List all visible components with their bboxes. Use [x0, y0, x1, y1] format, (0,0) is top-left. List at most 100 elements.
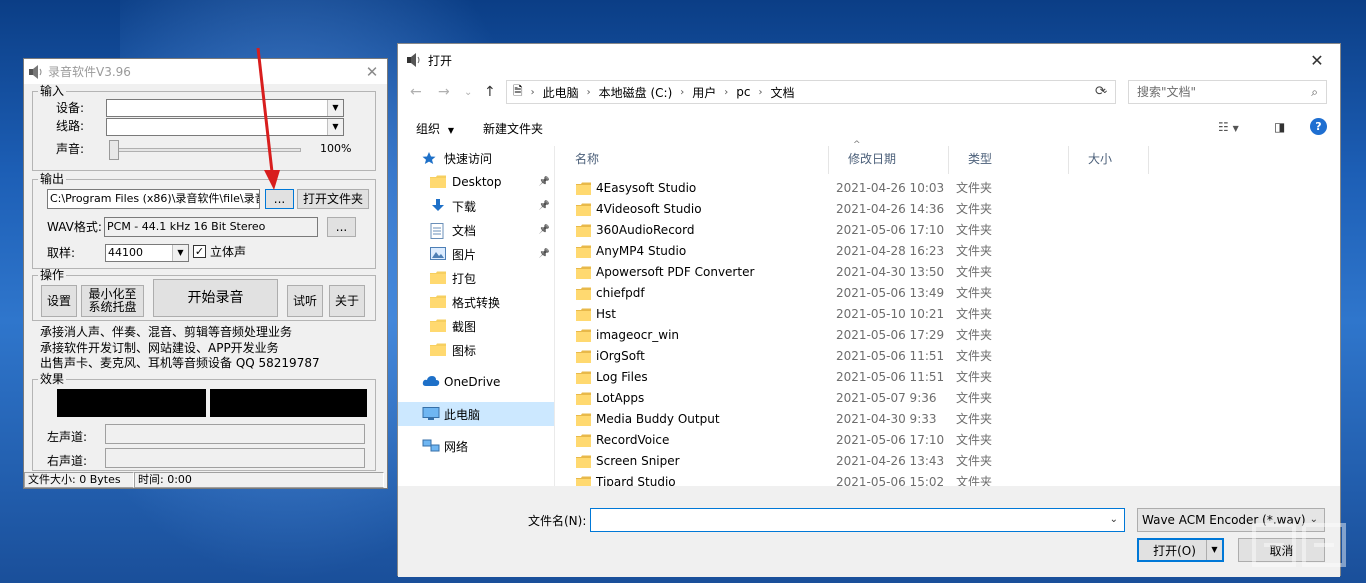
- breadcrumb-item[interactable]: 本地磁盘 (C:): [599, 84, 673, 101]
- breadcrumb-item[interactable]: 此电脑: [543, 84, 579, 101]
- wav-format-label: WAV格式:: [47, 220, 102, 234]
- file-date: 2021-05-06 17:10: [836, 433, 945, 447]
- new-folder-button[interactable]: 新建文件夹: [483, 120, 543, 137]
- dialog-titlebar: 打开 ✕: [398, 44, 1340, 76]
- volume-slider-thumb[interactable]: [109, 140, 119, 160]
- nav-item[interactable]: 此电脑: [398, 402, 554, 426]
- folder-icon: [576, 203, 591, 216]
- chevron-down-icon[interactable]: ⌄: [1110, 514, 1118, 525]
- chevron-down-icon: ▼: [447, 126, 454, 135]
- settings-button[interactable]: 设置: [41, 285, 77, 317]
- open-button[interactable]: 打开(O) ▼: [1137, 538, 1224, 562]
- info-line: 承接软件开发订制、网站建设、APP开发业务: [40, 341, 279, 355]
- help-icon[interactable]: ?: [1310, 118, 1327, 135]
- nav-item[interactable]: 格式转换: [398, 290, 554, 314]
- about-button[interactable]: 关于: [329, 285, 365, 317]
- folder-icon: [576, 224, 591, 237]
- device-select[interactable]: ▼: [106, 99, 344, 117]
- refresh-icon[interactable]: ⟳: [1095, 84, 1106, 99]
- volume-label: 声音:: [56, 142, 85, 156]
- nav-item[interactable]: OneDrive: [398, 370, 554, 394]
- file-type: 文件夹: [956, 328, 993, 342]
- nav-item[interactable]: 文档 📌: [398, 218, 554, 242]
- breadcrumb-item[interactable]: 用户: [692, 84, 716, 101]
- file-row[interactable]: Media Buddy Output 2021-04-30 9:33 文件夹: [556, 409, 1342, 430]
- up-arrow-icon[interactable]: ↑: [484, 84, 496, 100]
- browse-output-button[interactable]: ...: [265, 189, 294, 209]
- view-options-icon[interactable]: ☷ ▼: [1218, 120, 1239, 134]
- file-row[interactable]: RecordVoice 2021-05-06 17:10 文件夹: [556, 430, 1342, 451]
- minimize-to-tray-button[interactable]: 最小化至 系统托盘: [81, 285, 144, 317]
- nav-item[interactable]: 图片 📌: [398, 242, 554, 266]
- sample-rate-select[interactable]: 44100 ▼: [105, 244, 189, 262]
- nav-item[interactable]: 打包: [398, 266, 554, 290]
- open-file-dialog: 打开 ✕ ← → ⌄ ↑ 🗎 › 此电脑 › 本地磁盘 (C:) › 用户 › …: [397, 43, 1342, 577]
- nav-item[interactable]: Desktop 📌: [398, 170, 554, 194]
- file-date: 2021-04-26 10:03: [836, 181, 945, 195]
- nav-item[interactable]: 下载 📌: [398, 194, 554, 218]
- pin-icon: 📌: [538, 225, 550, 235]
- organize-menu[interactable]: 组织 ▼: [416, 120, 454, 137]
- volume-slider-track[interactable]: [113, 148, 301, 152]
- column-header-name[interactable]: 名称: [556, 146, 829, 174]
- file-row[interactable]: imageocr_win 2021-05-06 17:29 文件夹: [556, 325, 1342, 346]
- time-status: 时间: 0:00: [134, 472, 384, 488]
- organize-label: 组织: [416, 122, 441, 136]
- line-select[interactable]: ▼: [106, 118, 344, 136]
- file-name: LotApps: [596, 391, 645, 405]
- nav-item[interactable]: 截图: [398, 314, 554, 338]
- file-date: 2021-05-06 17:10: [836, 223, 945, 237]
- nav-item-label: OneDrive: [444, 375, 501, 389]
- recorder-window: 录音软件V3.96 ✕ 输入 设备: ▼ 线路: ▼ 声音: 100% 输出 C…: [23, 58, 388, 489]
- address-row: ← → ⌄ ↑ 🗎 › 此电脑 › 本地磁盘 (C:) › 用户 › pc › …: [398, 80, 1340, 106]
- column-header-type[interactable]: 类型: [949, 146, 1069, 174]
- nav-item-label: 文档: [452, 223, 477, 238]
- file-row[interactable]: Screen Sniper 2021-04-26 13:43 文件夹: [556, 451, 1342, 472]
- open-folder-button[interactable]: 打开文件夹: [297, 189, 369, 209]
- file-row[interactable]: Log Files 2021-05-06 11:51 文件夹: [556, 367, 1342, 388]
- breadcrumb-item[interactable]: 文档: [771, 84, 795, 101]
- breadcrumb-item[interactable]: pc: [736, 85, 750, 99]
- recent-chevron-icon[interactable]: ⌄: [464, 87, 472, 98]
- left-channel-level: [105, 424, 365, 444]
- file-row[interactable]: 360AudioRecord 2021-05-06 17:10 文件夹: [556, 220, 1342, 241]
- nav-item[interactable]: 快速访问: [398, 146, 554, 170]
- forward-arrow-icon[interactable]: →: [438, 84, 450, 100]
- column-header-size[interactable]: 大小: [1069, 146, 1149, 174]
- nav-item[interactable]: 图标: [398, 338, 554, 362]
- minimize-line2: 系统托盘: [88, 300, 137, 314]
- file-type: 文件夹: [956, 307, 993, 321]
- file-row[interactable]: AnyMP4 Studio 2021-04-28 16:23 文件夹: [556, 241, 1342, 262]
- file-type: 文件夹: [956, 412, 993, 426]
- output-path-field[interactable]: C:\Program Files (x86)\录音软件\file\录音: [47, 189, 260, 209]
- file-row[interactable]: chiefpdf 2021-05-06 13:49 文件夹: [556, 283, 1342, 304]
- file-row[interactable]: Hst 2021-05-10 10:21 文件夹: [556, 304, 1342, 325]
- wav-format-button[interactable]: ...: [327, 217, 356, 237]
- file-row[interactable]: iOrgSoft 2021-05-06 11:51 文件夹: [556, 346, 1342, 367]
- back-arrow-icon[interactable]: ←: [410, 84, 422, 100]
- close-icon[interactable]: ✕: [357, 63, 387, 81]
- start-recording-button[interactable]: 开始录音: [153, 279, 278, 317]
- file-date: 2021-05-06 17:29: [836, 328, 945, 342]
- stereo-checkbox[interactable]: ✓: [193, 245, 206, 258]
- nav-item[interactable]: 网络: [398, 434, 554, 458]
- close-icon[interactable]: ✕: [1294, 51, 1340, 70]
- file-row[interactable]: 4Easysoft Studio 2021-04-26 10:03 文件夹: [556, 178, 1342, 199]
- search-input[interactable]: 搜索"文档" ⌕: [1128, 80, 1327, 104]
- file-row[interactable]: Apowersoft PDF Converter 2021-04-30 13:50…: [556, 262, 1342, 283]
- volume-value: 100%: [320, 142, 352, 155]
- folder-icon: [576, 434, 591, 447]
- dialog-title: 打开: [428, 53, 453, 68]
- address-bar[interactable]: 🗎 › 此电脑 › 本地磁盘 (C:) › 用户 › pc › 文档 ⌄: [506, 80, 1116, 104]
- preview-pane-icon[interactable]: ◨: [1274, 120, 1285, 134]
- recorder-title: 录音软件V3.96: [48, 65, 131, 79]
- file-type: 文件夹: [956, 265, 993, 279]
- file-row[interactable]: LotApps 2021-05-07 9:36 文件夹: [556, 388, 1342, 409]
- chevron-down-icon[interactable]: ▼: [1206, 540, 1222, 560]
- file-row[interactable]: 4Videosoft Studio 2021-04-26 14:36 文件夹: [556, 199, 1342, 220]
- filename-input[interactable]: ⌄: [590, 508, 1125, 532]
- search-icon: ⌕: [1311, 85, 1318, 99]
- effect-group: 效果 左声道: 右声道:: [32, 373, 376, 471]
- listen-button[interactable]: 试听: [287, 285, 323, 317]
- column-header-date[interactable]: 修改日期: [829, 146, 949, 174]
